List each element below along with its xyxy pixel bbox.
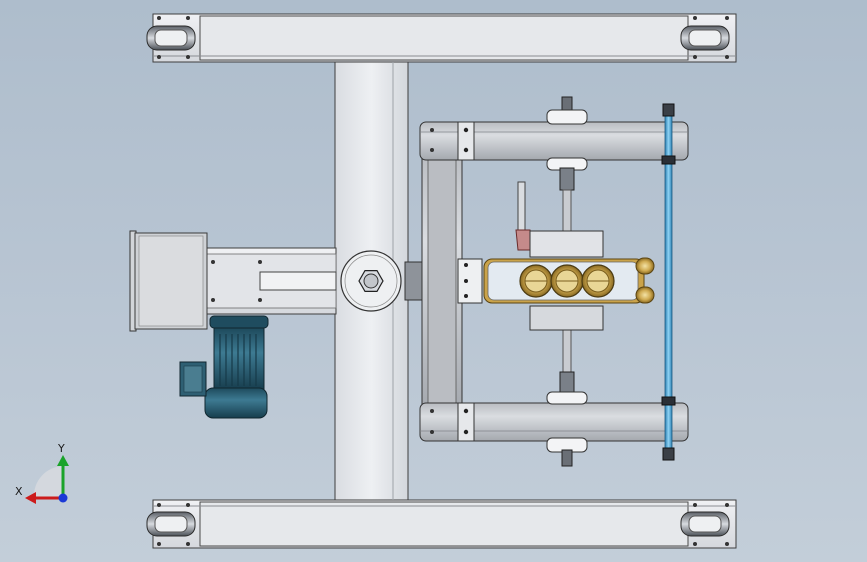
bearing-roller bbox=[581, 264, 615, 298]
bearing-roller bbox=[550, 264, 584, 298]
bottom-crossbeam[interactable] bbox=[152, 499, 737, 549]
y-axis-arrow bbox=[57, 455, 69, 466]
top-clamp-screw[interactable] bbox=[546, 96, 588, 233]
y-axis-label: Y bbox=[58, 442, 65, 455]
roller-carriage[interactable] bbox=[457, 257, 655, 304]
horizontal-arm[interactable] bbox=[204, 247, 337, 315]
hex-nut-icon bbox=[358, 270, 384, 292]
x-axis-arrow bbox=[25, 492, 36, 504]
gearbox-housing[interactable] bbox=[129, 230, 208, 332]
pivot-hub[interactable] bbox=[340, 250, 424, 312]
x-axis-label: X bbox=[15, 485, 23, 498]
bottom-clamp-screw[interactable] bbox=[546, 329, 588, 467]
bearing-roller bbox=[519, 264, 553, 298]
coordinate-triad bbox=[25, 455, 69, 504]
motor-icon[interactable] bbox=[179, 315, 269, 419]
z-axis-dot bbox=[58, 493, 68, 503]
cad-viewport[interactable]: Y X bbox=[0, 0, 867, 562]
top-crossbeam[interactable] bbox=[152, 13, 737, 63]
upper-clamp-block[interactable] bbox=[529, 230, 604, 258]
lower-clamp-block[interactable] bbox=[529, 305, 604, 331]
